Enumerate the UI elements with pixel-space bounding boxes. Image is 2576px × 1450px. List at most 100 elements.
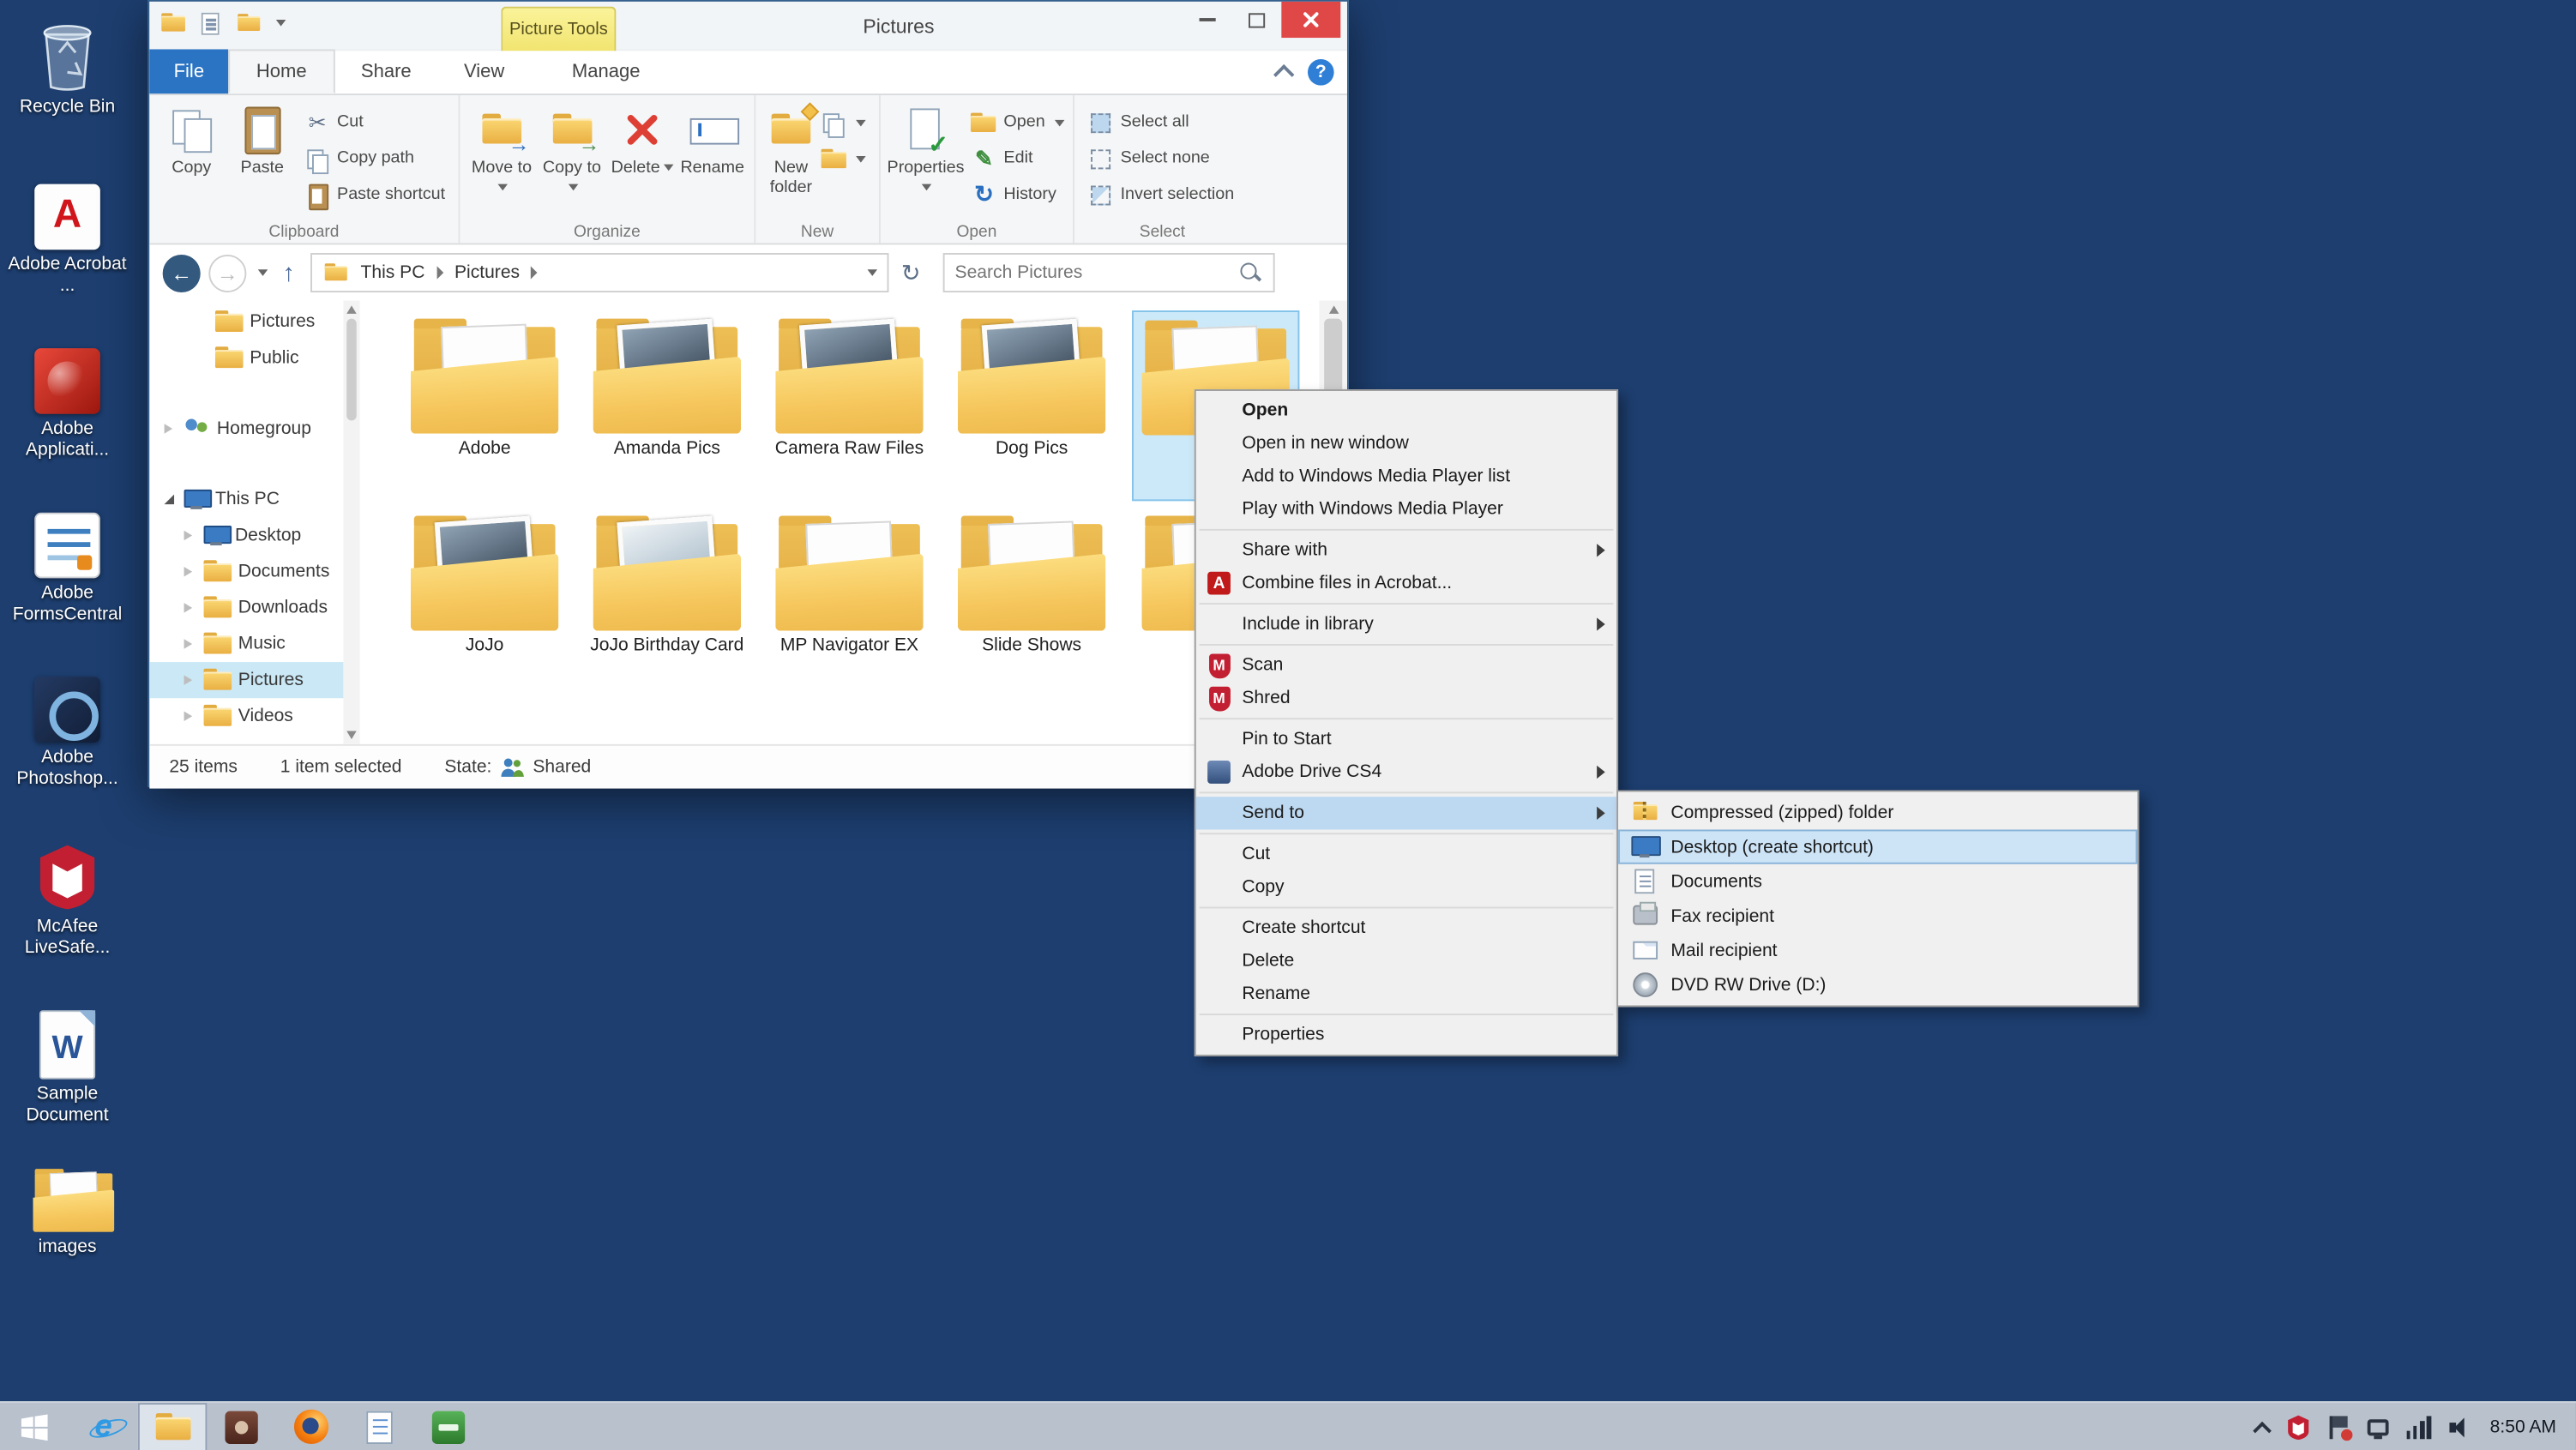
mcafee-tray-icon[interactable] — [2286, 1414, 2309, 1441]
taskbar-app-button-1[interactable] — [207, 1402, 275, 1450]
breadcrumb-separator-icon[interactable] — [436, 266, 443, 280]
menu-item-share-with[interactable]: Share with — [1196, 534, 1616, 567]
copy-to-button[interactable]: → Copy to — [537, 100, 607, 197]
history-button[interactable]: ↻ History — [971, 181, 1065, 209]
expand-chevron-icon[interactable] — [179, 707, 197, 725]
folder-tile-slide-shows[interactable]: Slide Shows — [948, 508, 1115, 698]
sendto-item-fax-recipient[interactable]: Fax recipient — [1618, 899, 2137, 933]
cut-button[interactable]: ✂ Cut — [304, 108, 445, 136]
nav-item-desktop[interactable]: Desktop — [149, 517, 343, 553]
menu-item-copy[interactable]: Copy — [1196, 870, 1616, 903]
recent-locations-chevron[interactable] — [257, 269, 268, 276]
menu-item-cut[interactable]: Cut — [1196, 838, 1616, 870]
minimize-button[interactable] — [1183, 2, 1231, 38]
start-button[interactable] — [0, 1402, 69, 1450]
help-button[interactable]: ? — [1307, 58, 1334, 86]
menu-item-rename[interactable]: Rename — [1196, 978, 1616, 1010]
taskbar-clock[interactable]: 8:50 AM — [2490, 1417, 2556, 1436]
menu-item-shred[interactable]: M Shred — [1196, 682, 1616, 714]
nav-item-documents[interactable]: Documents — [149, 554, 343, 590]
folder-tile-dog-pics[interactable]: Dog Pics — [948, 310, 1115, 501]
desktop-icon-adobe-acrobat[interactable]: A Adobe Acrobat ... — [3, 167, 131, 297]
nav-item-pictures-top[interactable]: Pictures — [149, 304, 343, 340]
delete-button[interactable]: Delete — [607, 100, 677, 178]
folder-tile-jojo[interactable]: JoJo — [400, 508, 568, 698]
sendto-item-documents[interactable]: Documents — [1618, 864, 2137, 899]
forward-button[interactable]: → — [208, 253, 247, 292]
collapse-chevron-icon[interactable] — [159, 490, 178, 508]
easy-access-button[interactable] — [820, 145, 866, 173]
desktop-icon-adobe-photoshop[interactable]: Adobe Photoshop... — [3, 660, 131, 790]
copy-path-button[interactable]: Copy path — [304, 145, 445, 174]
desktop-icon-adobe-application[interactable]: Adobe Applicati... — [3, 332, 131, 461]
expand-chevron-icon[interactable] — [179, 599, 197, 617]
copy-button[interactable]: Copy — [156, 100, 227, 178]
select-none-button[interactable]: Select none — [1087, 145, 1234, 173]
properties-button[interactable]: ✓ Properties — [888, 100, 964, 197]
network-signal-icon[interactable] — [2406, 1415, 2431, 1439]
sendto-item-mail-recipient[interactable]: Mail recipient — [1618, 933, 2137, 967]
expand-chevron-icon[interactable] — [179, 526, 197, 545]
volume-icon[interactable] — [2448, 1415, 2472, 1438]
menu-item-adobe-drive[interactable]: Adobe Drive CS4 — [1196, 755, 1616, 788]
tab-home[interactable]: Home — [228, 49, 335, 94]
menu-item-add-to-wmp-list[interactable]: Add to Windows Media Player list — [1196, 460, 1616, 492]
up-button[interactable]: ↑ — [276, 259, 302, 287]
back-button[interactable]: ← — [162, 253, 201, 292]
desktop-icon-recycle-bin[interactable]: Recycle Bin — [3, 9, 131, 117]
expand-chevron-icon[interactable] — [179, 635, 197, 653]
scrollbar-thumb[interactable] — [346, 318, 357, 421]
open-button[interactable]: Open — [971, 108, 1065, 136]
nav-item-public[interactable]: Public — [149, 340, 343, 376]
minimize-ribbon-chevron-icon[interactable] — [1273, 63, 1295, 86]
scroll-up-icon[interactable] — [1327, 305, 1339, 314]
nav-item-homegroup[interactable]: Homegroup — [149, 411, 343, 447]
scroll-down-icon[interactable] — [346, 731, 357, 740]
menu-item-scan[interactable]: M Scan — [1196, 649, 1616, 682]
taskbar-explorer-button[interactable] — [137, 1402, 208, 1450]
paste-shortcut-button[interactable]: Paste shortcut — [304, 181, 445, 210]
taskbar-app-button-3[interactable] — [414, 1402, 483, 1450]
tab-view[interactable]: View — [437, 49, 531, 93]
breadcrumb-pictures[interactable]: Pictures — [451, 263, 523, 283]
menu-item-pin-to-start[interactable]: Pin to Start — [1196, 723, 1616, 755]
hardware-tray-icon[interactable] — [2367, 1418, 2389, 1439]
taskbar-ie-button[interactable]: e — [69, 1402, 137, 1450]
folder-tile-camera-raw-files[interactable]: Camera Raw Files — [766, 310, 933, 501]
address-bar[interactable]: This PC Pictures — [310, 253, 888, 293]
menu-item-include-in-library[interactable]: Include in library — [1196, 608, 1616, 641]
invert-selection-button[interactable]: Invert selection — [1087, 181, 1234, 209]
search-box[interactable] — [943, 253, 1276, 293]
paste-button[interactable]: Paste — [227, 100, 298, 178]
menu-item-open-in-new-window[interactable]: Open in new window — [1196, 427, 1616, 460]
desktop-icon-adobe-formscentral[interactable]: Adobe FormsCentral — [3, 496, 131, 626]
sendto-item-desktop-create-shortcut[interactable]: Desktop (create shortcut) — [1618, 829, 2138, 864]
taskbar-app-button-2[interactable] — [345, 1402, 413, 1450]
menu-item-properties[interactable]: Properties — [1196, 1019, 1616, 1051]
expand-chevron-icon[interactable] — [159, 419, 178, 437]
menu-item-delete[interactable]: Delete — [1196, 945, 1616, 978]
desktop-icon-images-folder[interactable]: images — [3, 1150, 131, 1258]
edit-button[interactable]: ✎ Edit — [971, 145, 1065, 173]
menu-item-combine-files-acrobat[interactable]: A Combine files in Acrobat... — [1196, 567, 1616, 599]
nav-item-videos[interactable]: Videos — [149, 698, 343, 734]
file-list[interactable]: Adobe Amanda Pics Camera Raw Files Dog P… — [360, 301, 1320, 744]
action-center-flag-icon[interactable] — [2327, 1415, 2352, 1441]
menu-item-create-shortcut[interactable]: Create shortcut — [1196, 912, 1616, 944]
rename-button[interactable]: Rename — [677, 100, 748, 178]
folder-tile-jojo-birthday-card[interactable]: JoJo Birthday Card — [583, 508, 750, 698]
menu-item-play-with-wmp[interactable]: Play with Windows Media Player — [1196, 493, 1616, 526]
expand-chevron-icon[interactable] — [179, 671, 197, 689]
scroll-up-icon[interactable] — [346, 305, 357, 314]
breadcrumb-separator-icon[interactable] — [531, 266, 539, 280]
new-folder-button[interactable]: New folder — [762, 100, 820, 197]
show-hidden-icons-chevron[interactable] — [2252, 1420, 2272, 1440]
qat-customize-chevron[interactable] — [275, 19, 286, 27]
refresh-button[interactable]: ↻ — [896, 259, 925, 287]
address-dropdown-chevron[interactable] — [866, 269, 877, 276]
menu-item-send-to[interactable]: Send to — [1195, 797, 1617, 830]
breadcrumb-this-pc[interactable]: This PC — [358, 263, 429, 283]
folder-tile-mp-navigator-ex[interactable]: MP Navigator EX — [766, 508, 933, 698]
folder-tile-adobe[interactable]: Adobe — [400, 310, 568, 501]
navigation-scrollbar[interactable] — [343, 300, 360, 744]
